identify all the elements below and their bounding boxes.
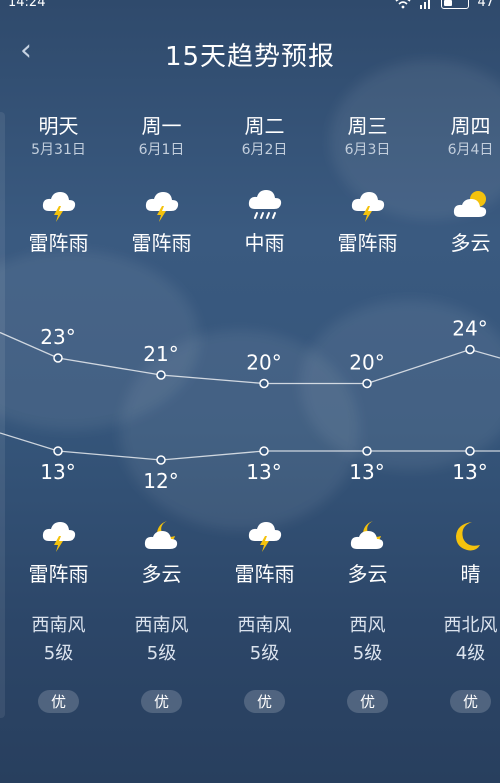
day-condition: 多云 bbox=[450, 231, 491, 255]
forecast-night-column: 多云西风 5级优 bbox=[316, 518, 419, 713]
low-temp-point bbox=[259, 446, 269, 456]
battery-level: 47 bbox=[477, 0, 494, 10]
high-temp-point bbox=[53, 353, 63, 363]
date-label: 6月1日 bbox=[138, 142, 185, 158]
day-label: 周一 bbox=[141, 114, 182, 138]
high-temp-point bbox=[465, 344, 475, 355]
day-condition: 雷阵雨 bbox=[28, 231, 89, 255]
thunderstorm-icon bbox=[110, 187, 213, 225]
status-bar: 14:24 47 bbox=[0, 0, 500, 14]
partly-cloudy-night-icon bbox=[110, 518, 213, 554]
forecast-day-column: 周二 6月2日中雨 bbox=[213, 112, 316, 257]
high-temp-point bbox=[259, 378, 269, 389]
night-condition: 雷阵雨 bbox=[234, 562, 295, 586]
forecast-day-column: 周三 6月3日雷阵雨 bbox=[316, 112, 419, 257]
aqi-badge[interactable]: 优 bbox=[449, 690, 491, 713]
day-label: 周三 bbox=[347, 114, 388, 138]
night-condition: 雷阵雨 bbox=[28, 562, 89, 586]
forecast-day-column: 明天 5月31日雷阵雨 bbox=[7, 112, 110, 257]
wind-level: 4级 bbox=[455, 643, 486, 664]
day-condition: 雷阵雨 bbox=[131, 231, 192, 255]
page-title: 15天趋势预报 bbox=[164, 42, 336, 72]
status-time: 14:24 bbox=[8, 0, 46, 10]
night-condition: 多云 bbox=[141, 562, 182, 586]
day-condition: 中雨 bbox=[244, 231, 285, 255]
date-label: 5月31日 bbox=[31, 142, 86, 158]
low-temp-label: 13° bbox=[40, 460, 75, 484]
high-temp-label: 20° bbox=[349, 351, 384, 375]
battery-icon bbox=[441, 0, 470, 9]
wind-direction: 西南风 bbox=[237, 615, 292, 636]
thunderstorm-icon bbox=[213, 518, 316, 554]
date-label: 6月2日 bbox=[241, 142, 288, 158]
forecast-day-column: 周四 6月4日多云 bbox=[419, 112, 500, 257]
low-temp-point bbox=[156, 455, 166, 465]
high-temp-label: 21° bbox=[143, 342, 178, 366]
aqi-badge[interactable]: 优 bbox=[346, 690, 388, 713]
wind-level: 5级 bbox=[43, 643, 74, 664]
partly-cloudy-night-icon bbox=[316, 518, 419, 554]
status-icons: 47 bbox=[395, 0, 494, 9]
temperature-chart: 23° 13° 21° 12° 20° 13° 20° 13° 24° 13° bbox=[0, 317, 500, 493]
day-label: 周二 bbox=[244, 114, 285, 138]
wifi-icon bbox=[395, 0, 411, 9]
high-temp-point bbox=[362, 378, 372, 389]
aqi-badge[interactable]: 优 bbox=[140, 690, 182, 713]
date-label: 6月4日 bbox=[447, 142, 494, 158]
high-temp-label: 20° bbox=[246, 351, 281, 375]
high-temp-label: 24° bbox=[452, 317, 487, 341]
header: ‹ 15天趋势预报 bbox=[0, 28, 500, 78]
high-temp-point bbox=[156, 370, 166, 380]
rain-icon bbox=[213, 187, 316, 225]
forecast-night-column: 雷阵雨西南风 5级优 bbox=[213, 518, 316, 713]
thunderstorm-icon bbox=[7, 187, 110, 225]
wind-level: 5级 bbox=[249, 643, 280, 664]
wind-direction: 西南风 bbox=[31, 615, 86, 636]
forecast-day-column: 周一 6月1日雷阵雨 bbox=[110, 112, 213, 257]
wind-direction: 西南风 bbox=[134, 615, 189, 636]
date-label: 6月3日 bbox=[344, 142, 391, 158]
night-condition: 晴 bbox=[460, 562, 481, 586]
forecast-night-column: 晴西北风 4级优 bbox=[419, 518, 500, 713]
wind-level: 5级 bbox=[352, 643, 383, 664]
partly-cloudy-day-icon bbox=[419, 187, 500, 225]
high-temp-label: 23° bbox=[40, 325, 75, 349]
low-temp-point bbox=[362, 446, 372, 456]
forecast-night-column: 雷阵雨西南风 5级优 bbox=[7, 518, 110, 713]
wind-level: 5级 bbox=[146, 643, 177, 664]
low-temp-label: 13° bbox=[349, 460, 384, 484]
thunderstorm-icon bbox=[316, 187, 419, 225]
day-label: 周四 bbox=[450, 114, 491, 138]
day-label: 明天 bbox=[38, 114, 79, 138]
low-temp-label: 12° bbox=[143, 469, 178, 493]
moon-icon bbox=[419, 518, 500, 554]
wind-direction: 西北风 bbox=[443, 615, 498, 636]
night-condition: 多云 bbox=[347, 562, 388, 586]
aqi-badge[interactable]: 优 bbox=[37, 690, 79, 713]
wind-direction: 西风 bbox=[349, 615, 386, 636]
signal-icon bbox=[420, 0, 431, 9]
low-temp-label: 13° bbox=[452, 460, 487, 484]
low-temp-label: 13° bbox=[246, 460, 281, 484]
day-condition: 雷阵雨 bbox=[337, 231, 398, 255]
aqi-badge[interactable]: 优 bbox=[243, 690, 285, 713]
forecast-night-column: 多云西南风 5级优 bbox=[110, 518, 213, 713]
low-temp-line bbox=[0, 432, 500, 461]
low-temp-point bbox=[53, 446, 63, 456]
low-temp-point bbox=[465, 446, 475, 456]
thunderstorm-icon bbox=[7, 518, 110, 554]
